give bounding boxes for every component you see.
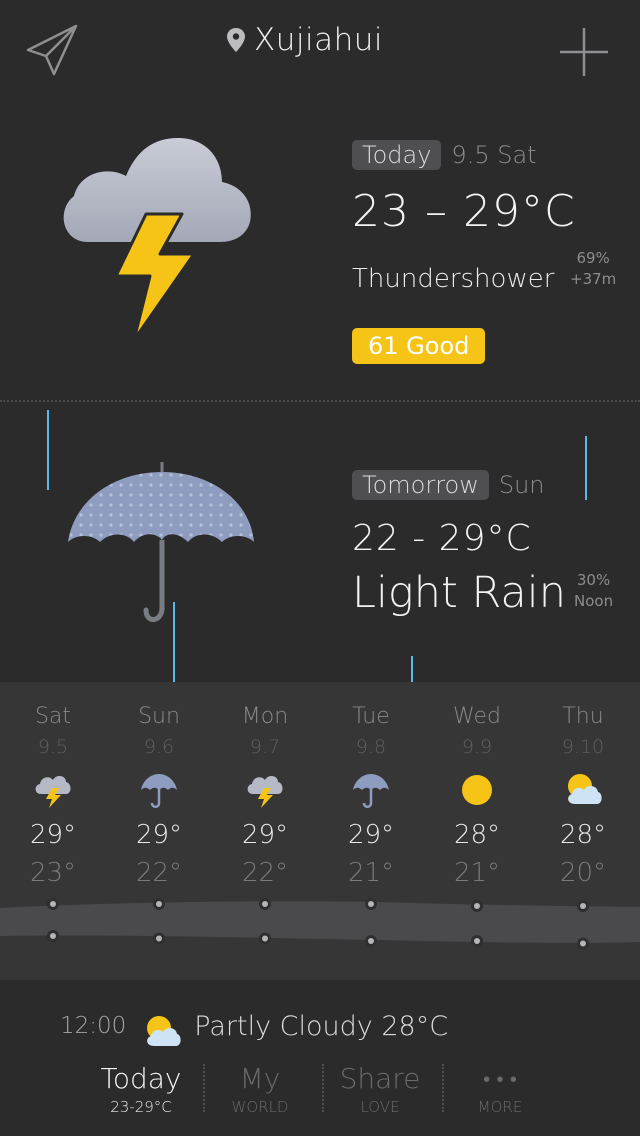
forecast-day-name: Mon: [241, 704, 289, 729]
forecast-high-point-core: [474, 903, 480, 909]
forecast-high-point-core: [580, 903, 586, 909]
tab-today[interactable]: Today 23-29°C: [96, 1062, 186, 1118]
tomorrow-date: Sun: [498, 471, 545, 499]
forecast-date: 9.7: [249, 736, 281, 758]
forecast-high: 28°: [453, 820, 501, 850]
tab-share-sub: LOVE: [360, 1098, 400, 1116]
tab-share-label: Share: [339, 1062, 421, 1095]
today-pill: Today: [352, 140, 442, 170]
today-humidity: 69%: [576, 249, 610, 267]
thunderstorm-icon: [63, 138, 251, 340]
today-day-row: Today 9.5 Sat: [352, 140, 537, 170]
sun-icon: [457, 770, 497, 810]
tab-separator: [203, 1064, 205, 1112]
tab-today-label: Today: [100, 1062, 182, 1095]
plus-icon[interactable]: [558, 26, 610, 78]
forecast-low-point-core: [368, 938, 374, 944]
tab-my-sub: WORLD: [231, 1098, 289, 1116]
forecast-low-point-core: [262, 935, 268, 942]
partly-cloudy-icon: [147, 1016, 181, 1046]
tab-my-label: My: [239, 1062, 281, 1095]
aqi-badge[interactable]: 61 Good: [352, 328, 486, 364]
forecast-high: 28°: [559, 820, 607, 850]
umbrella-icon: [139, 770, 179, 810]
forecast-day-name: Thu: [562, 704, 604, 729]
forecast-day-name: Sat: [34, 704, 72, 729]
forecast-high-point-core: [50, 901, 56, 907]
location-name: Xujiahui: [254, 22, 384, 58]
tomorrow-precip-time: Noon: [574, 592, 614, 610]
tomorrow-meta: 30% Noon: [574, 570, 613, 612]
forecast-low-point-core: [50, 933, 56, 939]
tab-more-sub: MORE: [477, 1098, 523, 1116]
today-altitude: +37m: [570, 270, 617, 288]
forecast-panel[interactable]: Sat 9.5 29° 23° Sun 9.6 29° 22° Mon 9.7 29° 22° Tue 9…: [0, 682, 640, 980]
umbrella-icon: [68, 462, 254, 622]
temperature-graph: [0, 898, 640, 950]
current-conditions[interactable]: 12:00 Partly Cloudy 28°C: [60, 1004, 448, 1048]
thunderstorm-icon: [245, 770, 285, 810]
tab-share-love[interactable]: Share LOVE: [338, 1062, 422, 1118]
tomorrow-temp-range: 22 - 29°C: [352, 518, 532, 559]
tab-more[interactable]: • • • MORE: [466, 1062, 534, 1118]
today-condition: Thundershower: [352, 264, 555, 294]
bottom-bar: 12:00 Partly Cloudy 28°C Today 23-29°C M…: [0, 980, 640, 1136]
tomorrow-condition: Light Rain: [352, 568, 566, 618]
tomorrow-pill: Tomorrow: [352, 470, 489, 500]
forecast-high: 29°: [135, 820, 183, 850]
tab-today-sub: 23-29°C: [110, 1098, 172, 1116]
today-card[interactable]: Today 9.5 Sat 23 – 29°C Thundershower 69…: [0, 90, 640, 400]
forecast-date: 9.9: [461, 736, 493, 758]
tomorrow-day-row: Tomorrow Sun: [352, 470, 545, 500]
forecast-date: 9.10: [561, 736, 605, 758]
current-summary: Partly Cloudy 28°C: [194, 1010, 449, 1042]
tomorrow-card[interactable]: Tomorrow Sun 22 - 29°C Light Rain 30% No…: [0, 402, 640, 682]
today-meta: 69% +37m: [570, 248, 616, 290]
forecast-high-point-core: [156, 901, 162, 907]
forecast-high-point-core: [368, 901, 374, 907]
forecast-high-point-core: [262, 901, 268, 907]
tab-separator: [442, 1064, 444, 1112]
forecast-date: 9.5: [37, 736, 69, 758]
tab-my-world[interactable]: My WORLD: [222, 1062, 298, 1118]
tab-separator: [322, 1064, 324, 1112]
partly-cloudy-icon: [563, 770, 603, 810]
location-label[interactable]: Xujiahui: [226, 22, 383, 58]
thunderstorm-icon: [33, 770, 73, 810]
umbrella-icon: [351, 770, 391, 810]
location-pin-icon: [227, 28, 245, 52]
today-date: 9.5 Sat: [451, 141, 537, 169]
forecast-date: 9.6: [143, 736, 175, 758]
forecast-high: 29°: [241, 820, 289, 850]
forecast-day-name: Tue: [352, 704, 390, 729]
more-icon: • • •: [483, 1067, 517, 1091]
forecast-day-name: Wed: [453, 704, 501, 729]
forecast-date: 9.8: [355, 736, 387, 758]
today-temp-range: 23 – 29°C: [352, 186, 576, 237]
forecast-low-point-core: [580, 940, 586, 947]
tomorrow-precip: 30%: [576, 571, 611, 589]
forecast-day-name: Sun: [138, 704, 180, 729]
forecast-low-point-core: [156, 935, 162, 942]
forecast-low-point-core: [474, 938, 480, 944]
paper-plane-icon[interactable]: [24, 20, 82, 78]
forecast-high: 29°: [347, 820, 395, 850]
top-bar: Xujiahui: [0, 0, 640, 90]
forecast-high: 29°: [29, 820, 77, 850]
current-time: 12:00: [60, 1013, 127, 1039]
